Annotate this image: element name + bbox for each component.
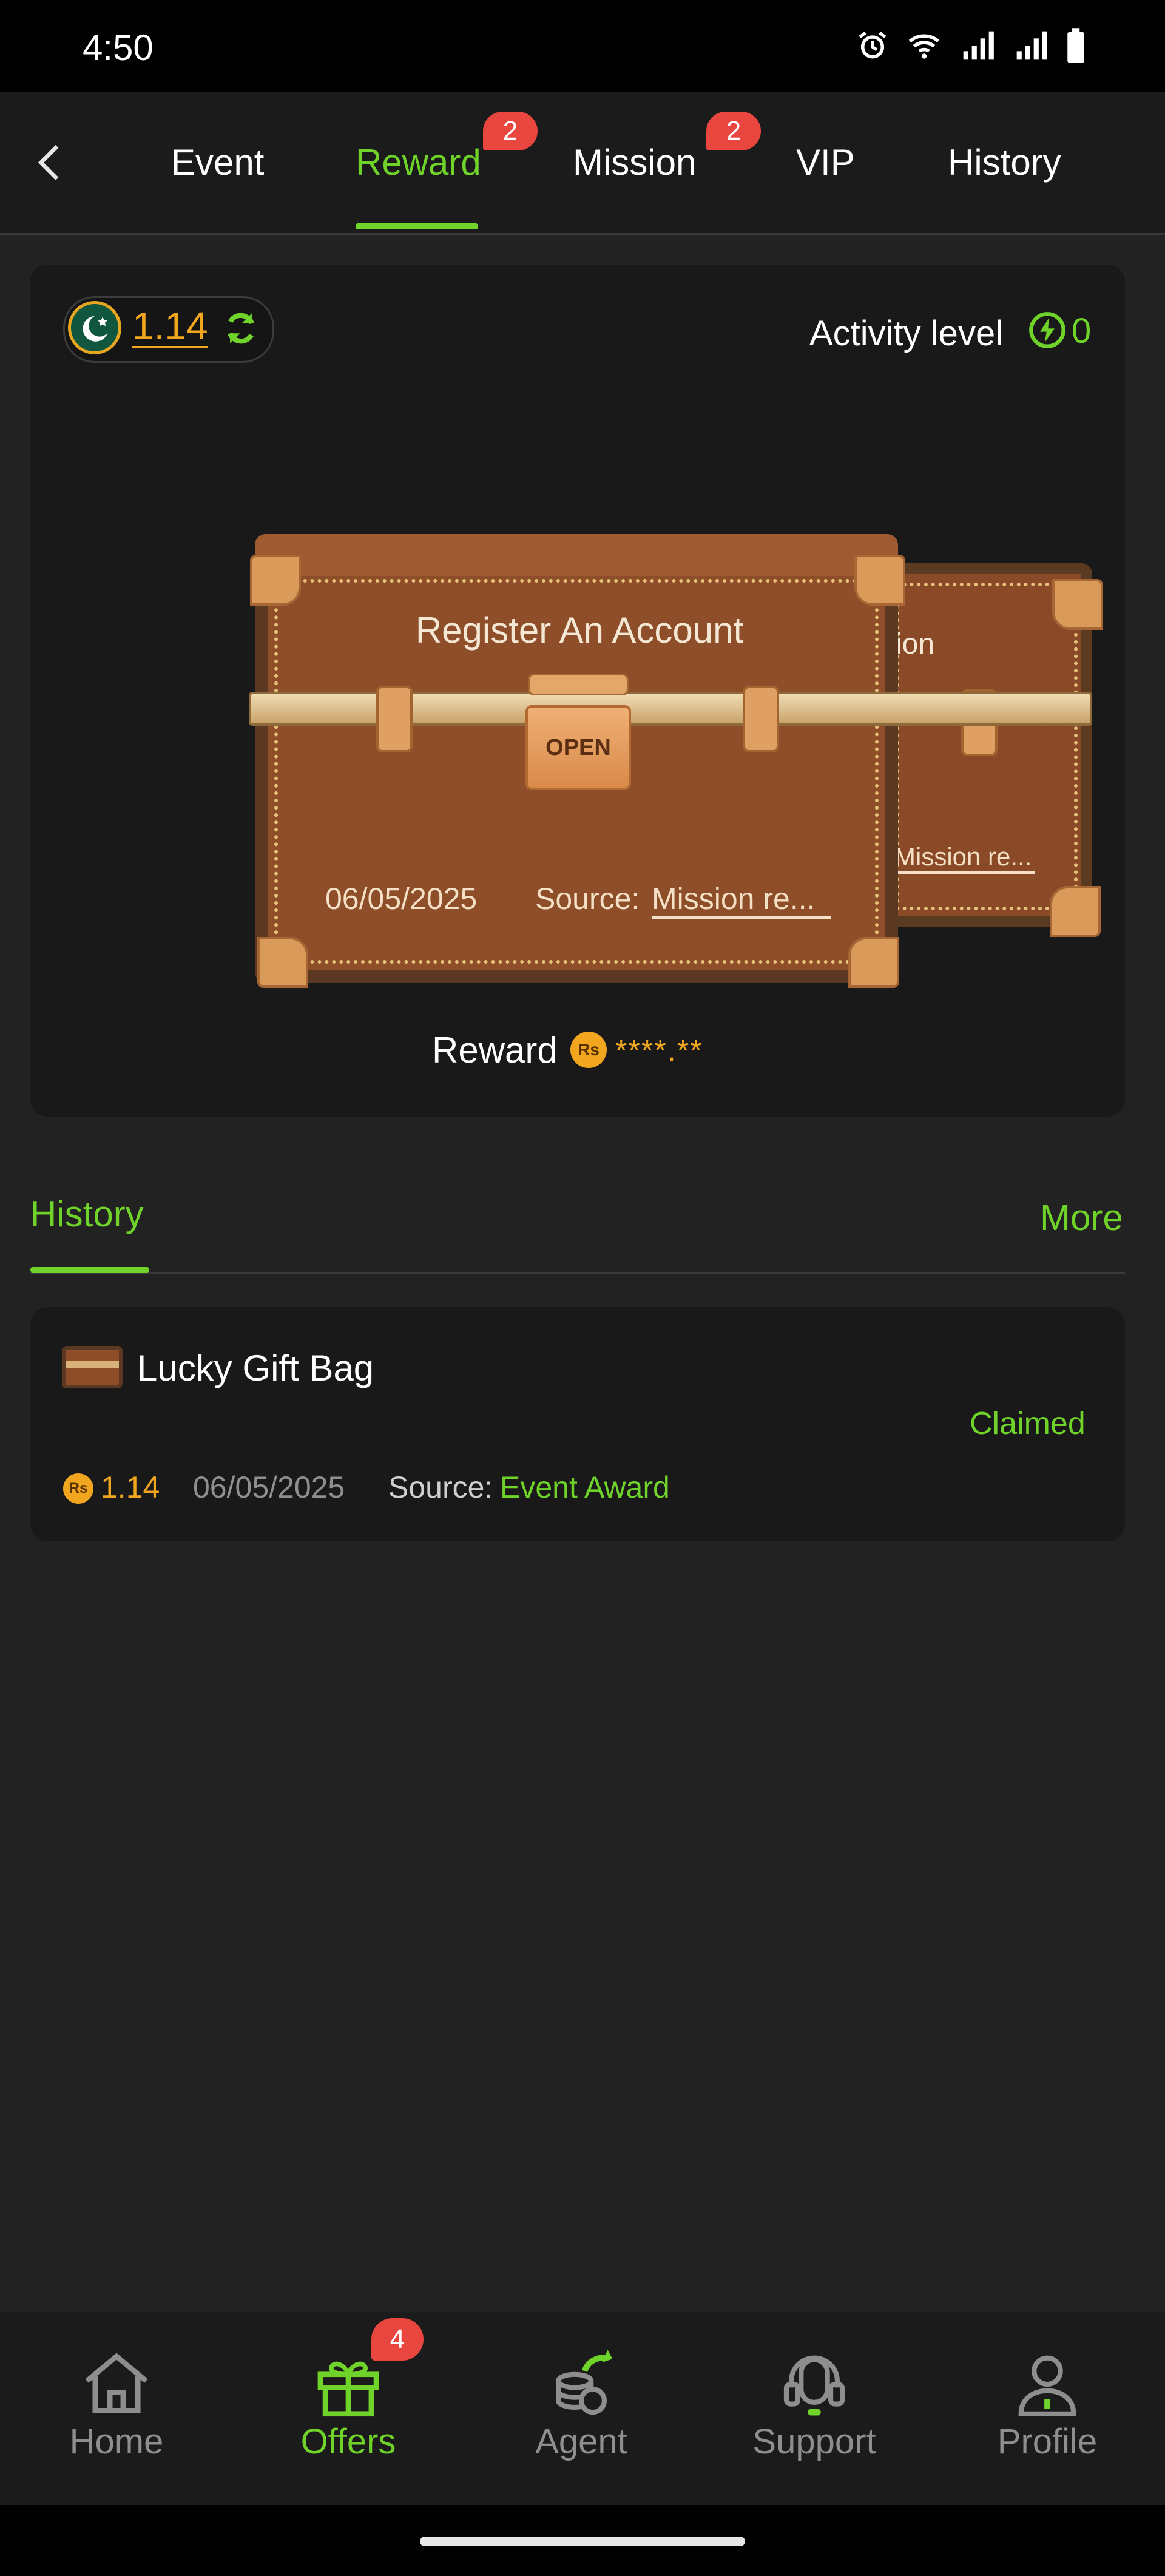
- chest-source-value: Mission re...: [652, 881, 831, 919]
- activity-level-value: 0: [1072, 311, 1092, 351]
- history-item-title: Lucky Gift Bag: [137, 1348, 374, 1388]
- balance-value: 1.14: [132, 304, 208, 348]
- history-divider: [30, 1272, 1125, 1274]
- wifi-icon: [908, 34, 940, 59]
- nav-profile-label: Profile: [997, 2422, 1098, 2461]
- chest-corner: [250, 555, 301, 606]
- chest-open-button[interactable]: OPEN: [525, 705, 631, 790]
- reward-amount-masked: ****.**: [615, 1033, 703, 1067]
- history-item-card[interactable]: [30, 1307, 1125, 1541]
- tab-mission[interactable]: Mission: [573, 138, 696, 187]
- chest-lock-top: [528, 674, 629, 695]
- chest-strap: [249, 692, 1092, 726]
- chest-back-source: Mission re...: [894, 842, 1035, 874]
- history-item-date: 06/05/2025: [193, 1470, 345, 1504]
- home-icon: [85, 2353, 148, 2413]
- nav-home[interactable]: Home: [38, 2336, 195, 2482]
- battery-icon: [1067, 28, 1084, 63]
- profile-icon: [1018, 2355, 1076, 2416]
- history-item-status: Claimed: [970, 1406, 1086, 1441]
- nav-profile[interactable]: Profile: [968, 2336, 1126, 2482]
- chest-buckle-right: [743, 686, 779, 752]
- tab-active-underline: [356, 223, 478, 229]
- back-arrow-icon[interactable]: [27, 138, 75, 187]
- history-more-link[interactable]: More: [1040, 1197, 1123, 1239]
- chest-back-corner: [1052, 579, 1103, 630]
- tab-history[interactable]: History: [948, 138, 1061, 187]
- refresh-icon[interactable]: [221, 308, 261, 348]
- tab-reward-badge: 2: [483, 112, 538, 150]
- tab-mission-badge: 2: [706, 112, 761, 150]
- headset-icon: [783, 2355, 845, 2416]
- offers-badge: 4: [371, 2318, 424, 2361]
- nav-support[interactable]: Support: [735, 2336, 893, 2482]
- rupee-coin-icon: Rs: [63, 1473, 93, 1504]
- pakistan-flag-icon: [68, 301, 121, 354]
- signal-icon: [963, 31, 994, 60]
- chest-source-label: Source:: [535, 882, 640, 916]
- treasure-chest-icon: [62, 1346, 123, 1388]
- tab-reward[interactable]: Reward: [356, 138, 481, 187]
- chest-corner: [257, 937, 308, 988]
- nav-support-label: Support: [752, 2422, 876, 2461]
- tab-vip[interactable]: VIP: [796, 138, 855, 187]
- reward-label: Reward: [432, 1030, 558, 1070]
- lightning-icon: [1029, 312, 1065, 348]
- rupee-coin-icon: Rs: [570, 1032, 607, 1068]
- history-item-amount: 1.14: [101, 1470, 160, 1504]
- nav-agent[interactable]: Agent: [502, 2336, 660, 2482]
- history-item-source-value: Event Award: [500, 1470, 670, 1504]
- status-time: 4:50: [83, 27, 154, 68]
- chest-corner: [848, 937, 899, 988]
- chest-buckle-left: [376, 686, 413, 752]
- nav-home-label: Home: [69, 2422, 164, 2461]
- chest-corner: [854, 555, 905, 606]
- nav-agent-label: Agent: [535, 2422, 627, 2461]
- status-icons: [856, 24, 1086, 67]
- chest-title: Register An Account: [415, 610, 744, 651]
- chest-back-title: ion: [896, 628, 935, 660]
- history-item-source-label: Source:: [388, 1470, 493, 1504]
- history-tab-underline: [30, 1267, 149, 1273]
- alarm-icon: [859, 31, 886, 59]
- agent-icon: [556, 2350, 613, 2415]
- history-tab[interactable]: History: [30, 1193, 144, 1235]
- tab-event[interactable]: Event: [171, 138, 264, 187]
- chest-date: 06/05/2025: [325, 882, 478, 916]
- chest-lid: [255, 534, 898, 576]
- activity-level-label: Activity level: [809, 314, 1004, 353]
- signal-icon-2: [1016, 31, 1047, 60]
- chest-back-corner: [1050, 886, 1101, 937]
- home-gesture-bar[interactable]: [420, 2537, 745, 2546]
- nav-offers-label: Offers: [300, 2422, 396, 2461]
